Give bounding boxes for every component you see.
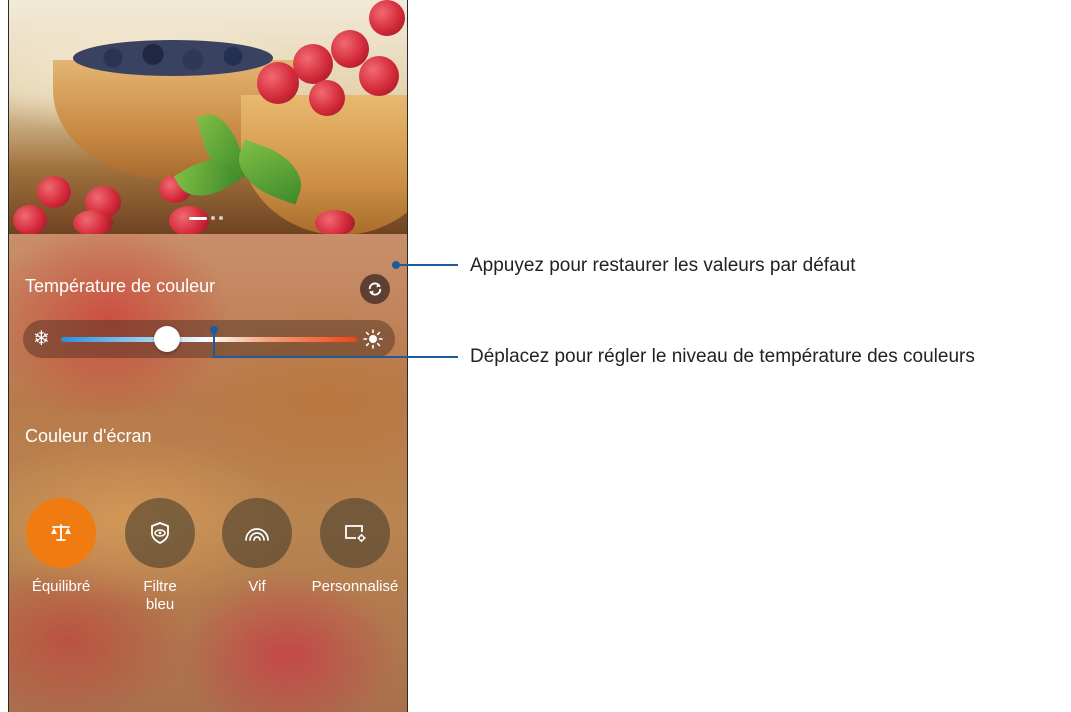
raspberry [293,44,333,84]
callout-slider-vline [213,330,215,358]
refresh-icon [368,282,382,296]
page-dot [219,216,223,220]
mode-blue-filter[interactable]: Filtre bleu [115,498,205,614]
blueberries [73,40,273,76]
mode-balanced[interactable]: Équilibré [16,498,106,596]
mode-button[interactable] [320,498,390,568]
mode-vivid[interactable]: Vif [212,498,302,596]
raspberry [169,206,209,234]
mode-label: Filtre bleu [143,578,177,613]
color-temperature-slider[interactable]: ❄ [23,320,395,358]
screen-color-modes: Équilibré Filtre bleu Vif Personnalisé [9,498,407,618]
page-indicator[interactable] [189,216,223,220]
page-dot [211,216,215,220]
settings-panel: Température de couleur ❄ Couleur d'écran… [9,234,407,712]
raspberry [37,176,71,208]
raspberry [359,56,399,96]
mode-custom[interactable]: Personnalisé [310,498,400,596]
balance-scale-icon [51,524,71,541]
raspberry [315,210,355,234]
eye-shield-icon [151,522,169,545]
slider-thumb[interactable] [154,326,180,352]
callout-slider-line [213,356,458,358]
page-dot-active [189,216,207,220]
rainbow-icon [245,528,269,541]
mode-button[interactable] [26,498,96,568]
color-temperature-title: Température de couleur [25,276,216,296]
mode-label: Vif [248,578,266,595]
slider-track[interactable] [61,337,357,342]
callout-slider-text: Déplacez pour régler le niveau de tempér… [470,346,975,367]
reset-button[interactable] [360,274,390,304]
callout-reset-text: Appuyez pour restaurer les valeurs par d… [470,255,856,276]
raspberry [369,0,405,36]
raspberry [309,80,345,116]
sun-icon [363,329,383,349]
preview-image [9,0,407,234]
snowflake-icon: ❄ [33,328,50,350]
callout-reset-line [396,264,458,266]
mode-button[interactable] [125,498,195,568]
mode-button[interactable] [222,498,292,568]
mode-label: Personnalisé [311,578,399,595]
raspberry [13,205,47,234]
screen-color-title: Couleur d'écran [25,426,152,446]
raspberry [73,210,113,234]
mode-label: Équilibré [31,578,91,595]
screen-settings-icon [345,525,366,543]
